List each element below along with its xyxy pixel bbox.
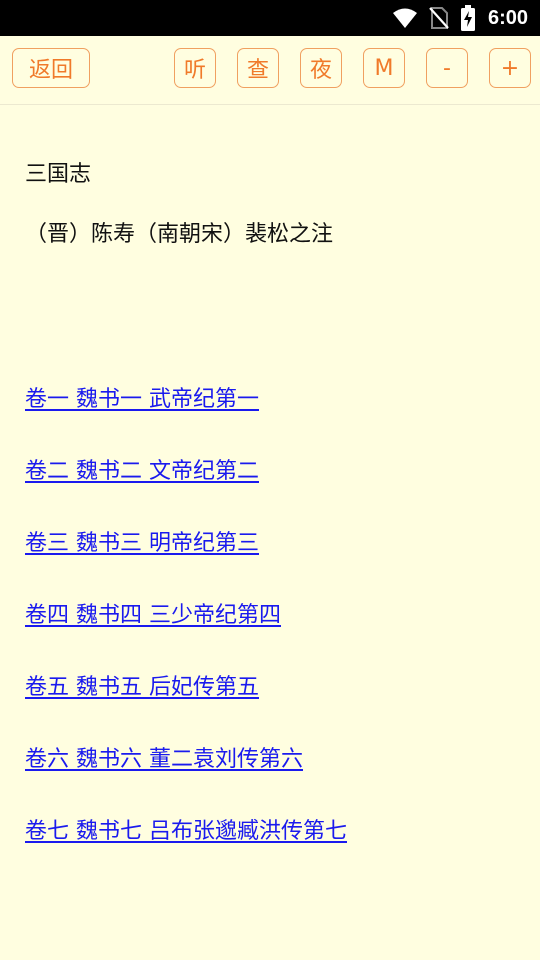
chapter-link-3[interactable]: 卷三 魏书三 明帝纪第三	[25, 531, 259, 556]
font-decrease-button[interactable]: -	[426, 48, 468, 88]
list-item: 卷七 魏书七 吕布张邈臧洪传第七	[25, 816, 347, 888]
status-bar: 6:00	[0, 0, 540, 36]
chapter-link-2[interactable]: 卷二 魏书二 文帝纪第二	[25, 459, 259, 484]
book-title: 三国志	[25, 162, 92, 187]
chapter-list: 卷一 魏书一 武帝纪第一 卷二 魏书二 文帝纪第二 卷三 魏书三 明帝纪第三 卷…	[25, 384, 347, 888]
chapter-link-5[interactable]: 卷五 魏书五 后妃传第五	[25, 675, 259, 700]
font-increase-button[interactable]: +	[489, 48, 531, 88]
book-authors: （晋）陈寿（南朝宋）裴松之注	[25, 222, 334, 247]
status-icons: 6:00	[392, 0, 528, 36]
toolbar: 返回 听 查 夜 M - +	[0, 36, 540, 105]
chapter-link-4[interactable]: 卷四 魏书四 三少帝纪第四	[25, 603, 281, 628]
back-button[interactable]: 返回	[12, 48, 90, 88]
listen-button[interactable]: 听	[174, 48, 216, 88]
list-item: 卷六 魏书六 董二袁刘传第六	[25, 744, 347, 816]
no-sim-icon	[429, 7, 449, 29]
menu-button[interactable]: M	[363, 48, 405, 88]
list-item: 卷四 魏书四 三少帝纪第四	[25, 600, 347, 672]
wifi-icon	[392, 8, 417, 28]
list-item: 卷二 魏书二 文帝纪第二	[25, 456, 347, 528]
list-item: 卷一 魏书一 武帝纪第一	[25, 384, 347, 456]
status-time: 6:00	[487, 6, 528, 29]
list-item: 卷三 魏书三 明帝纪第三	[25, 528, 347, 600]
night-mode-button[interactable]: 夜	[300, 48, 342, 88]
chapter-link-6[interactable]: 卷六 魏书六 董二袁刘传第六	[25, 747, 303, 772]
search-button[interactable]: 查	[237, 48, 279, 88]
chapter-link-1[interactable]: 卷一 魏书一 武帝纪第一	[25, 387, 259, 412]
chapter-link-7[interactable]: 卷七 魏书七 吕布张邈臧洪传第七	[25, 819, 347, 844]
battery-charging-icon	[460, 5, 475, 31]
list-item: 卷五 魏书五 后妃传第五	[25, 672, 347, 744]
